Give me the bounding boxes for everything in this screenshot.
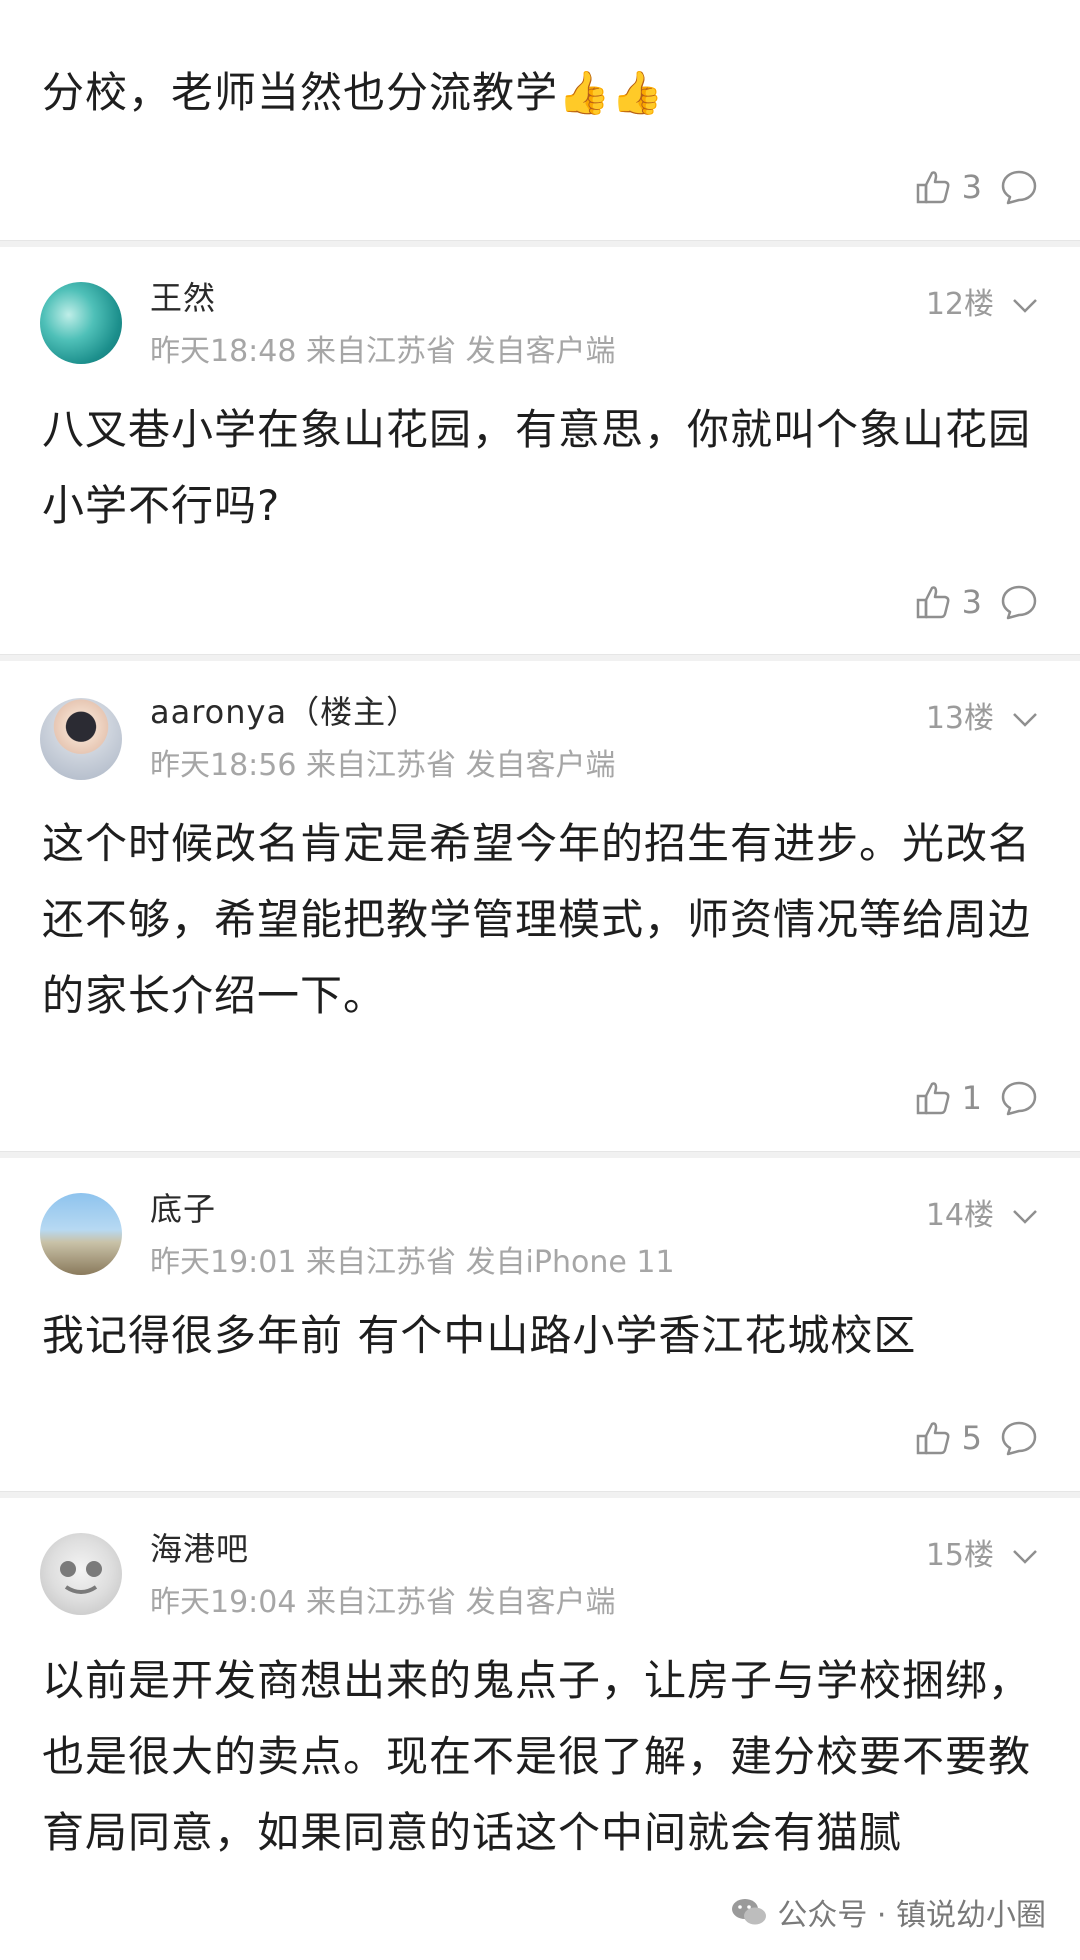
- floor-number: 14楼: [925, 1198, 994, 1233]
- like-count: 3: [961, 583, 982, 621]
- comment-card: 分校，老师当然也分流教学👍👍 3: [0, 0, 1080, 240]
- separator: [0, 240, 1080, 247]
- comment-actions: 3: [914, 580, 1040, 624]
- chevron-down-icon[interactable]: [1010, 704, 1040, 734]
- comment-bubble-icon[interactable]: [998, 166, 1040, 208]
- comment-time: 昨天18:48: [150, 334, 297, 369]
- wechat-icon: [732, 1899, 767, 1925]
- comment-meta: 昨天18:56 来自江苏省 发自客户端: [150, 746, 616, 786]
- comment-client: 发自客户端: [465, 334, 616, 369]
- comment-actions: 5: [914, 1416, 1040, 1460]
- chevron-down-icon[interactable]: [1010, 1201, 1040, 1231]
- separator: [0, 1151, 1080, 1158]
- thumbs-up-icon[interactable]: [914, 167, 954, 207]
- comment-text: 我记得很多年前 有个中山路小学香江花城校区: [42, 1311, 917, 1360]
- comment-text: 分校，老师当然也分流教学👍👍: [42, 68, 665, 117]
- username[interactable]: aaronya（楼主）: [150, 691, 419, 733]
- comment-actions: 3: [914, 165, 1040, 209]
- comment-text: 以前是开发商想出来的鬼点子，让房子与学校捆绑，也是很大的卖点。现在不是很了解，建…: [42, 1656, 1032, 1857]
- comment-card: 底子 14楼 昨天19:01 来自江苏省 发自iPhone 11 我记得很多年前…: [0, 1158, 1080, 1491]
- avatar[interactable]: [40, 1193, 122, 1275]
- watermark: 公众号 · 镇说幼小圈: [729, 1884, 1046, 1940]
- thumbs-up-icon[interactable]: [914, 582, 954, 622]
- watermark-source: 公众号 · 镇说幼小圈: [777, 1898, 1046, 1933]
- thumbs-up-icon[interactable]: [914, 1418, 954, 1458]
- comment-time: 昨天18:56: [150, 748, 297, 783]
- username[interactable]: 底子: [150, 1188, 216, 1230]
- comment-text: 这个时候改名肯定是希望今年的招生有进步。光改名还不够，希望能把教学管理模式，师资…: [42, 819, 1032, 1020]
- separator: [0, 654, 1080, 661]
- avatar[interactable]: [40, 1533, 122, 1615]
- like-count: 3: [961, 168, 982, 206]
- floor-number: 12楼: [925, 287, 994, 322]
- comment-bubble-icon[interactable]: [998, 581, 1040, 623]
- username[interactable]: 海港吧: [150, 1528, 249, 1570]
- comment-client: 发自客户端: [465, 1585, 616, 1620]
- comment-bubble-icon[interactable]: [998, 1417, 1040, 1459]
- comment-card: 王然 12楼 昨天18:48 来自江苏省 发自客户端 八叉巷小学在象山花园，有意…: [0, 247, 1080, 654]
- comment-client: 发自iPhone 11: [465, 1245, 675, 1280]
- thumbs-up-icon[interactable]: [914, 1078, 954, 1118]
- comment-bubble-icon[interactable]: [998, 1077, 1040, 1119]
- separator: [0, 1491, 1080, 1498]
- comment-meta: 昨天19:04 来自江苏省 发自客户端: [150, 1583, 616, 1623]
- like-count: 5: [961, 1419, 982, 1457]
- comment-location: 来自江苏省: [306, 1245, 457, 1280]
- comment-client: 发自客户端: [465, 748, 616, 783]
- floor-number: 15楼: [925, 1538, 994, 1573]
- chevron-down-icon[interactable]: [1010, 1541, 1040, 1571]
- floor-number: 13楼: [925, 701, 994, 736]
- robot-face-icon: [60, 1561, 102, 1594]
- username[interactable]: 王然: [150, 277, 216, 319]
- comment-actions: 1: [914, 1076, 1040, 1120]
- comment-time: 昨天19:01: [150, 1245, 297, 1280]
- comment-location: 来自江苏省: [306, 334, 457, 369]
- avatar[interactable]: [40, 698, 122, 780]
- comment-card: aaronya（楼主） 13楼 昨天18:56 来自江苏省 发自客户端 这个时候…: [0, 661, 1080, 1151]
- comment-location: 来自江苏省: [306, 748, 457, 783]
- comment-meta: 昨天19:01 来自江苏省 发自iPhone 11: [150, 1243, 675, 1283]
- like-count: 1: [961, 1079, 982, 1117]
- comment-meta: 昨天18:48 来自江苏省 发自客户端: [150, 332, 616, 372]
- chevron-down-icon[interactable]: [1010, 290, 1040, 320]
- comment-text: 八叉巷小学在象山花园，有意思，你就叫个象山花园小学不行吗?: [42, 405, 1032, 530]
- comment-time: 昨天19:04: [150, 1585, 297, 1620]
- avatar[interactable]: [40, 282, 122, 364]
- comment-location: 来自江苏省: [306, 1585, 457, 1620]
